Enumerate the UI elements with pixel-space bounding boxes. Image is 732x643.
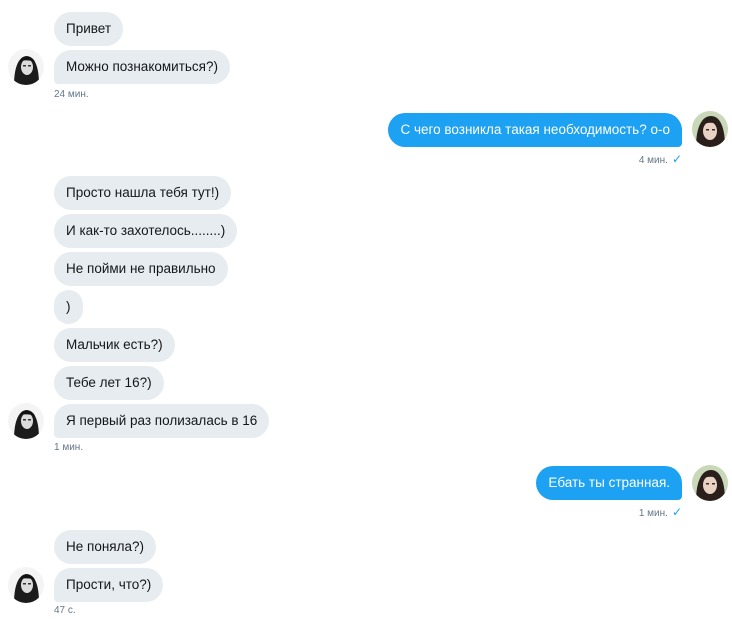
message-bubble[interactable]: Ебать ты странная. xyxy=(536,466,682,500)
message-bubble[interactable]: Не поняла?) xyxy=(54,530,156,564)
message-bubble[interactable]: Просто нашла тебя тут!) xyxy=(54,176,232,210)
contact-avatar[interactable] xyxy=(8,49,44,85)
timestamp-text: 4 мин. xyxy=(638,155,668,166)
checkmark-icon: ✓ xyxy=(671,505,682,519)
message-bubble[interactable]: С чего возникла такая необходимость? о-о xyxy=(388,113,682,147)
message-bubble[interactable]: И как-то захотелось........) xyxy=(54,214,238,248)
timestamp-text: 1 мин. xyxy=(638,508,668,519)
contact-avatar[interactable] xyxy=(8,567,44,603)
message-bubble[interactable]: Можно познакомиться?) xyxy=(54,50,230,84)
checkmark-icon: ✓ xyxy=(671,152,682,166)
message-timestamp: 1 мин. xyxy=(54,442,84,453)
message-bubble[interactable]: Прости, что?) xyxy=(54,568,164,602)
message-bubble[interactable]: Тебе лет 16?) xyxy=(54,366,164,400)
contact-avatar[interactable] xyxy=(8,403,44,439)
message-timestamp: 4 мин. ✓ xyxy=(639,152,682,166)
message-timestamp: 24 мин. xyxy=(54,89,89,100)
message-timestamp: 47 с. xyxy=(54,605,76,616)
message-timestamp: 1 мин. ✓ xyxy=(639,505,682,519)
user-avatar[interactable] xyxy=(692,111,728,147)
message-bubble[interactable]: Я первый раз полизалась в 16 xyxy=(54,404,270,438)
message-bubble[interactable]: Привет xyxy=(54,12,124,46)
message-bubble[interactable]: Мальчик есть?) xyxy=(54,328,175,362)
message-bubble[interactable]: Не пойми не правильно xyxy=(54,252,228,286)
message-bubble[interactable]: ) xyxy=(54,290,83,324)
user-avatar[interactable] xyxy=(692,465,728,501)
